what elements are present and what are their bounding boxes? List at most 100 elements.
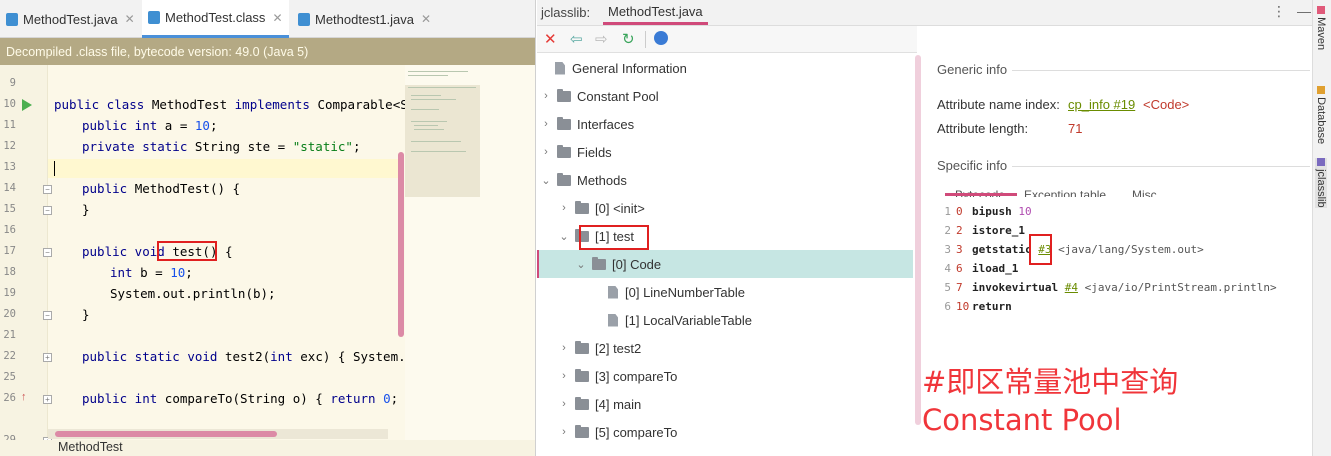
folder-icon (557, 88, 571, 102)
tab-jclasslib-file[interactable]: MethodTest.java (603, 4, 708, 25)
code-line[interactable]: public static void test2(int exc) { Syst… (82, 349, 428, 364)
jclasslib-icon (1317, 158, 1325, 166)
bytecode-line[interactable]: 3 3 getstatic #3 <java/lang/System.out> (937, 243, 1203, 256)
attr-name-label: Attribute name index: (937, 97, 1060, 112)
java-file-icon (6, 12, 18, 26)
tab-methodtest-class[interactable]: MethodTest.class ✕ (142, 0, 289, 38)
code-line[interactable]: public int compareTo(String o) { return … (82, 391, 413, 406)
tab-misc[interactable]: Misc (1132, 188, 1157, 197)
bytecode-line[interactable]: 1 0 bipush 10 (937, 205, 1031, 218)
code-line[interactable]: public MethodTest() { (82, 181, 240, 196)
close-icon[interactable]: ✕ (421, 12, 431, 26)
tree-item-methods[interactable]: ⌄ Methods (540, 167, 627, 193)
divider (1012, 166, 1310, 167)
tree-item-method-compareto[interactable]: › [3] compareTo (558, 363, 677, 389)
tab-methodtest1-java[interactable]: Methodtest1.java ✕ (298, 0, 431, 38)
folder-icon (575, 340, 589, 354)
minimize-icon[interactable]: — (1297, 3, 1311, 19)
code-line[interactable]: int b = 10; (110, 265, 193, 280)
jclasslib-header: jclasslib: MethodTest.java ⋮ — (537, 0, 1331, 26)
line-number: 16 (3, 224, 16, 236)
chevron-right-icon[interactable]: › (558, 202, 570, 214)
line-number: 12 (3, 140, 16, 152)
refresh-icon[interactable]: ↻ (622, 30, 635, 48)
fold-icon[interactable]: − (43, 206, 52, 215)
tree-item-fields[interactable]: › Fields (540, 139, 612, 165)
close-icon[interactable]: ✕ (272, 11, 282, 25)
tree-item-local-variable-table[interactable]: [1] LocalVariableTable (608, 307, 752, 333)
line-number: 20 (3, 308, 16, 320)
file-icon (555, 61, 565, 75)
bytecode-line[interactable]: 4 6 iload_1 (937, 262, 1018, 275)
tree-item-method-init[interactable]: › [0] <init> (558, 195, 645, 221)
line-number: 19 (3, 287, 16, 299)
tree-item-line-number-table[interactable]: [0] LineNumberTable (608, 279, 745, 305)
chevron-down-icon[interactable]: ⌄ (575, 258, 587, 271)
chevron-down-icon[interactable]: ⌄ (558, 230, 570, 243)
chevron-right-icon[interactable]: › (540, 118, 552, 130)
file-icon (608, 313, 618, 327)
tree-scrollbar[interactable] (915, 55, 921, 425)
side-tab-maven[interactable]: Maven (1315, 6, 1327, 50)
line-number: 10 (3, 98, 16, 110)
side-tab-jclasslib[interactable]: jclasslib (1315, 158, 1327, 208)
editor-tab-bar: MethodTest.java ✕ MethodTest.class ✕ Met… (0, 0, 535, 38)
code-line[interactable]: public class MethodTest implements Compa… (54, 97, 438, 112)
fold-icon[interactable]: − (43, 311, 52, 320)
code-line[interactable]: } (82, 202, 90, 217)
forward-icon[interactable]: ⇨ (595, 30, 608, 48)
database-icon (1317, 86, 1325, 94)
side-tab-database[interactable]: Database (1315, 86, 1327, 144)
tree-item-constant-pool[interactable]: › Constant Pool (540, 83, 659, 109)
attr-name-link[interactable]: cp_info #19 (1068, 97, 1135, 112)
bytecode-line[interactable]: 2 2 istore_1 (937, 224, 1025, 237)
back-icon[interactable]: ⇦ (570, 30, 583, 48)
implements-marker-icon[interactable]: ↑ (21, 391, 27, 403)
breadcrumb[interactable]: MethodTest (0, 440, 535, 456)
chevron-right-icon[interactable]: › (558, 370, 570, 382)
folder-icon (575, 424, 589, 438)
fold-icon[interactable]: − (43, 248, 52, 257)
code-line[interactable]: public int a = 10; (82, 118, 218, 133)
bytecode-line[interactable]: 5 7 invokevirtual #4 <java/io/PrintStream.… (937, 281, 1276, 294)
line-number: 25 (3, 371, 16, 383)
chevron-right-icon[interactable]: › (558, 398, 570, 410)
highlight-box-test-method (157, 241, 217, 261)
fold-icon[interactable]: − (43, 185, 52, 194)
chevron-down-icon[interactable]: ⌄ (540, 174, 552, 187)
code-minimap[interactable] (405, 65, 535, 456)
tree-item-method-test2[interactable]: › [2] test2 (558, 335, 641, 361)
tab-methodtest-java[interactable]: MethodTest.java ✕ (6, 0, 135, 38)
highlight-box-ref-3 (1029, 234, 1052, 265)
fold-icon[interactable]: + (43, 395, 52, 404)
close-icon[interactable]: ✕ (125, 12, 135, 26)
line-number: 22 (3, 350, 16, 362)
code-line[interactable]: } (82, 307, 90, 322)
horizontal-scrollbar[interactable] (55, 431, 277, 437)
more-options-icon[interactable]: ⋮ (1272, 3, 1286, 20)
bytecode-line[interactable]: 6 10 return (937, 300, 1011, 313)
tree-item-interfaces[interactable]: › Interfaces (540, 111, 634, 137)
fold-icon[interactable]: + (43, 353, 52, 362)
tree-item-general-information[interactable]: General Information (555, 55, 687, 81)
code-line[interactable]: System.out.println(b); (110, 286, 276, 301)
folder-icon (557, 116, 571, 130)
chevron-right-icon[interactable]: › (540, 90, 552, 102)
code-line[interactable]: private static String ste = "static"; (82, 139, 360, 154)
chevron-right-icon[interactable]: › (558, 426, 570, 438)
run-icon[interactable] (21, 99, 32, 111)
class-file-icon (148, 11, 160, 24)
chevron-right-icon[interactable]: › (540, 146, 552, 158)
line-number: 15 (3, 203, 16, 215)
tree-item-method-main[interactable]: › [4] main (558, 391, 641, 417)
close-icon[interactable]: ✕ (544, 30, 557, 48)
tree-item-method-compareto-2[interactable]: › [5] compareTo (558, 419, 677, 445)
tab-exception-table[interactable]: Exception table (1024, 188, 1106, 197)
chevron-right-icon[interactable]: › (558, 342, 570, 354)
web-icon[interactable] (654, 31, 668, 45)
vertical-scrollbar[interactable] (398, 152, 404, 337)
annotation-text: #即区常量池中查询 Constant Pool (922, 365, 1179, 437)
line-number: 21 (3, 329, 16, 341)
specific-info-heading: Specific info (937, 158, 1008, 173)
tree-item-code[interactable]: ⌄ [0] Code (575, 251, 661, 277)
